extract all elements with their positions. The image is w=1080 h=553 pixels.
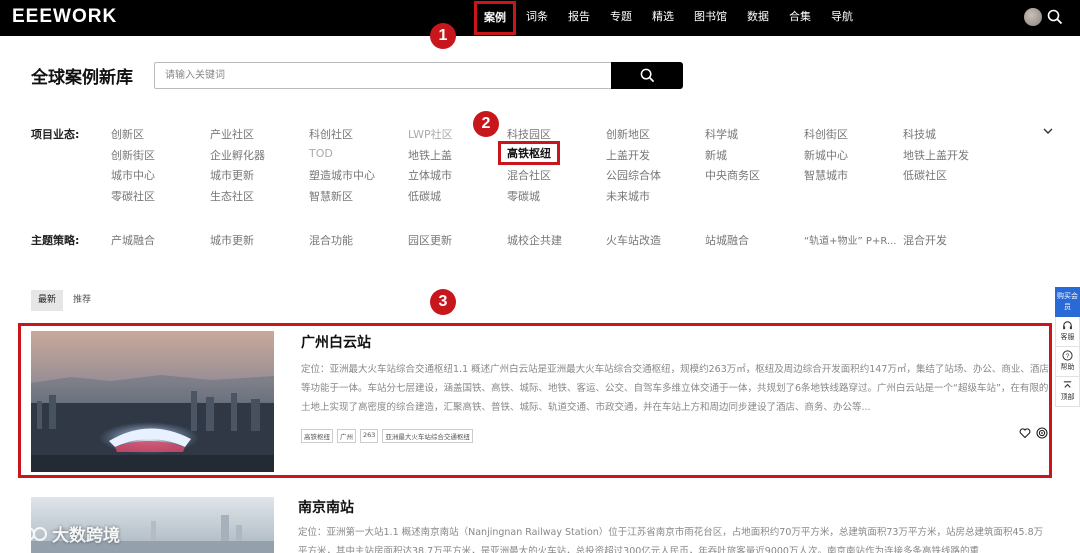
filter-tag[interactable]: 中央商务区 <box>705 167 760 183</box>
filter-tag[interactable]: 上盖开发 <box>606 147 650 163</box>
filter-tag[interactable]: 智慧新区 <box>309 188 353 204</box>
filter-tag[interactable]: 公园综合体 <box>606 167 661 183</box>
tab-recommended[interactable]: 推荐 <box>66 290 98 311</box>
help-button[interactable]: ? 帮助 <box>1055 347 1080 377</box>
nav-item-topics[interactable]: 专题 <box>600 0 642 36</box>
heart-icon[interactable] <box>1019 427 1031 439</box>
case-tags: 高铁枢纽 广州 263 亚洲最大火车站综合交通枢纽 <box>301 429 473 443</box>
filter-tag[interactable]: 零碳城 <box>507 188 540 204</box>
filter-tag[interactable]: 产业社区 <box>210 126 254 142</box>
filter-tag[interactable]: 创新地区 <box>606 126 650 142</box>
case-title[interactable]: 广州白云站 <box>301 332 371 352</box>
tab-latest[interactable]: 最新 <box>31 290 64 311</box>
help-label: 帮助 <box>1060 363 1075 371</box>
top-nav-bar: EEEWORK 案例 词条 报告 专题 精选 图书馆 数据 合集 导航 <box>0 0 1080 36</box>
nav-item-entries[interactable]: 词条 <box>516 0 558 36</box>
filter-tag[interactable]: TOD <box>309 147 333 160</box>
filter-tag[interactable]: 混合社区 <box>507 167 551 183</box>
filter-tag[interactable]: 新城 <box>705 147 727 163</box>
filter-tag[interactable]: 科学城 <box>705 126 738 142</box>
case-card[interactable]: 南京南站 定位：亚洲第一大站1.1 概述南京南站（Nanjingnan Rail… <box>18 492 1052 553</box>
filter-tag[interactable]: 科创街区 <box>804 126 848 142</box>
nav-item-reports[interactable]: 报告 <box>558 0 600 36</box>
strategy-tag[interactable]: 城校企共建 <box>507 232 562 248</box>
filter-tag[interactable]: 生态社区 <box>210 188 254 204</box>
watermark: 大数跨境 <box>8 521 120 546</box>
filter-tag[interactable]: 创新街区 <box>111 147 155 163</box>
main-nav: 案例 词条 报告 专题 精选 图书馆 数据 合集 导航 <box>474 0 863 36</box>
search-icon[interactable] <box>1047 9 1063 25</box>
filter-tag[interactable]: 企业孵化器 <box>210 147 265 163</box>
case-description: 定位：亚洲最大火车站综合交通枢纽1.1 概述广州白云站是亚洲最大火车站综合交通枢… <box>301 364 1049 413</box>
filter-tag[interactable]: 创新区 <box>111 126 144 142</box>
strategy-tag[interactable]: 站城融合 <box>705 232 749 248</box>
strategy-tag[interactable]: “轨道+物业” P+R... <box>804 232 896 247</box>
target-icon[interactable] <box>1036 427 1048 439</box>
watermark-text: 大数跨境 <box>52 526 120 546</box>
nav-item-data[interactable]: 数据 <box>737 0 779 36</box>
customer-service-button[interactable]: 客服 <box>1055 317 1080 347</box>
strategy-tag[interactable]: 城市更新 <box>210 232 254 248</box>
case-tag[interactable]: 广州 <box>337 429 356 443</box>
annotation-marker-2: 2 <box>473 111 499 137</box>
filter-tag[interactable]: 科技园区 <box>507 126 551 142</box>
strategy-tag[interactable]: 园区更新 <box>408 232 452 248</box>
nav-item-collections[interactable]: 合集 <box>779 0 821 36</box>
nav-item-cases[interactable]: 案例 <box>474 1 516 35</box>
nav-item-featured[interactable]: 精选 <box>642 0 684 36</box>
floating-sidebar: 购买会员 客服 ? 帮助 顶部 <box>1055 287 1080 407</box>
filter-tag[interactable]: 智慧城市 <box>804 167 848 183</box>
filter-tag[interactable]: 塑造城市中心 <box>309 167 375 183</box>
case-description: 定位：亚洲第一大站1.1 概述南京南站（Nanjingnan Railway S… <box>298 527 1044 553</box>
page-title: 全球案例新库 <box>31 68 133 88</box>
case-title[interactable]: 南京南站 <box>298 497 354 517</box>
strategy-tag[interactable]: 产城融合 <box>111 232 155 248</box>
chevron-down-icon[interactable] <box>1042 125 1054 137</box>
search-icon <box>640 68 655 83</box>
case-card[interactable]: 广州白云站 定位：亚洲最大火车站综合交通枢纽1.1 概述广州白云站是亚洲最大火车… <box>18 323 1052 478</box>
customer-service-label: 客服 <box>1060 333 1075 341</box>
headset-icon <box>1063 321 1072 330</box>
filter-tag-selected[interactable]: 高铁枢纽 <box>498 141 560 165</box>
station-photo <box>31 331 274 472</box>
case-tag[interactable]: 263 <box>360 429 379 443</box>
search-input[interactable] <box>154 62 612 89</box>
nav-item-library[interactable]: 图书馆 <box>684 0 737 36</box>
case-tag[interactable]: 亚洲最大火车站综合交通枢纽 <box>382 429 473 443</box>
filter-tag[interactable]: 城市更新 <box>210 167 254 183</box>
filter-tag[interactable]: 地铁上盖 <box>408 147 452 163</box>
strategy-tag[interactable]: 混合开发 <box>903 232 947 248</box>
help-icon: ? <box>1062 350 1073 361</box>
buy-member-button[interactable]: 购买会员 <box>1055 287 1080 317</box>
filter-tag[interactable]: 未来城市 <box>606 188 650 204</box>
case-tag[interactable]: 高铁枢纽 <box>301 429 333 443</box>
business-filter-label: 项目业态: <box>31 128 80 141</box>
avatar[interactable] <box>1024 8 1042 26</box>
back-to-top-button[interactable]: 顶部 <box>1055 377 1080 407</box>
watermark-logo-icon <box>9 526 47 541</box>
nav-item-navigation[interactable]: 导航 <box>821 0 863 36</box>
filter-tag[interactable]: 低碳城 <box>408 188 441 204</box>
filter-tag[interactable]: 城市中心 <box>111 167 155 183</box>
filter-tag[interactable]: 立体城市 <box>408 167 452 183</box>
filter-tag[interactable]: 新城中心 <box>804 147 848 163</box>
strategy-tag[interactable]: 混合功能 <box>309 232 353 248</box>
filter-tag[interactable]: 科技城 <box>903 126 936 142</box>
search-button[interactable] <box>611 62 683 89</box>
filter-tag[interactable]: 科创社区 <box>309 126 353 142</box>
back-to-top-label: 顶部 <box>1060 393 1075 401</box>
filter-tag[interactable]: 零碳社区 <box>111 188 155 204</box>
case-image[interactable] <box>31 331 274 472</box>
strategy-tag[interactable]: 火车站改造 <box>606 232 661 248</box>
annotation-marker-3: 3 <box>430 289 456 315</box>
strategy-filter-label: 主题策略: <box>31 234 80 247</box>
filter-tag[interactable]: 低碳社区 <box>903 167 947 183</box>
filter-tag[interactable]: 地铁上盖开发 <box>903 147 969 163</box>
arrow-up-icon <box>1063 381 1072 388</box>
site-logo[interactable]: EEEWORK <box>12 6 117 28</box>
annotation-marker-1: 1 <box>430 23 456 49</box>
svg-text:?: ? <box>1066 353 1070 360</box>
filter-tag[interactable]: LWP社区 <box>408 126 453 142</box>
